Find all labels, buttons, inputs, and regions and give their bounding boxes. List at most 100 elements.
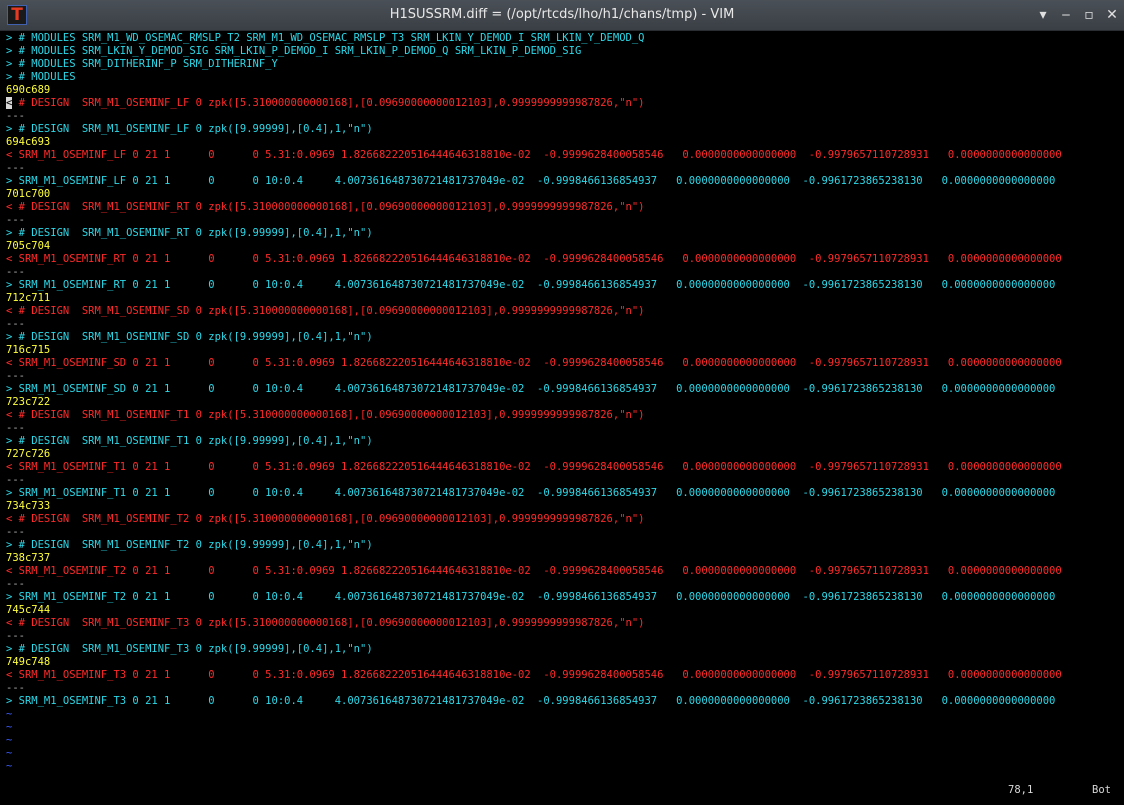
diff-line-hunk[interactable]: 690c689 bbox=[6, 84, 50, 97]
diff-line-text: < SRM_M1_OSEMINF_RT 0 21 1 0 0 5.31:0.09… bbox=[6, 253, 1062, 265]
diff-line-added[interactable]: > SRM_M1_OSEMINF_SD 0 21 1 0 0 10:0.4 4.… bbox=[6, 383, 1055, 396]
diff-line-sep[interactable]: --- bbox=[6, 682, 25, 695]
shade-window-button[interactable]: ▾ bbox=[1035, 7, 1051, 23]
diff-line-removed[interactable]: < SRM_M1_OSEMINF_T1 0 21 1 0 0 5.31:0.09… bbox=[6, 461, 1062, 474]
diff-line-hunk[interactable]: 712c711 bbox=[6, 292, 50, 305]
diff-line-hunk[interactable]: 723c722 bbox=[6, 396, 50, 409]
diff-line-removed[interactable]: < SRM_M1_OSEMINF_SD 0 21 1 0 0 5.31:0.09… bbox=[6, 357, 1062, 370]
diff-line-text: --- bbox=[6, 110, 25, 122]
diff-line-text: 734c733 bbox=[6, 500, 51, 512]
diff-line-text: --- bbox=[6, 318, 25, 330]
diff-line-tilde[interactable]: ~ bbox=[6, 721, 12, 734]
diff-line-sep[interactable]: --- bbox=[6, 422, 25, 435]
diff-line-text: 749c748 bbox=[6, 656, 51, 668]
diff-line-removed[interactable]: < # DESIGN SRM_M1_OSEMINF_RT 0 zpk([5.31… bbox=[6, 201, 644, 214]
maximize-button[interactable]: ▫ bbox=[1081, 7, 1097, 23]
diff-line-tilde[interactable]: ~ bbox=[6, 734, 12, 747]
scroll-indicator: Bot bbox=[1092, 784, 1111, 796]
diff-line-text: ~ bbox=[6, 721, 13, 733]
diff-line-removed[interactable]: < SRM_M1_OSEMINF_T3 0 21 1 0 0 5.31:0.09… bbox=[6, 669, 1062, 682]
diff-line-added[interactable]: > # DESIGN SRM_M1_OSEMINF_T2 0 zpk([9.99… bbox=[6, 539, 373, 552]
diff-line-text: 705c704 bbox=[6, 240, 51, 252]
diff-line-added[interactable]: > # MODULES SRM_DITHERINF_P SRM_DITHERIN… bbox=[6, 58, 278, 71]
diff-line-removed[interactable]: < # DESIGN SRM_M1_OSEMINF_LF 0 zpk([5.31… bbox=[6, 97, 644, 110]
diff-line-added[interactable]: > # DESIGN SRM_M1_OSEMINF_SD 0 zpk([9.99… bbox=[6, 331, 373, 344]
minimize-button[interactable]: ‒ bbox=[1058, 7, 1074, 23]
diff-line-hunk[interactable]: 738c737 bbox=[6, 552, 50, 565]
diff-line-text: > SRM_M1_OSEMINF_T3 0 21 1 0 0 10:0.4 4.… bbox=[6, 695, 1056, 707]
diff-line-hunk[interactable]: 705c704 bbox=[6, 240, 50, 253]
diff-line-removed[interactable]: < SRM_M1_OSEMINF_LF 0 21 1 0 0 5.31:0.09… bbox=[6, 149, 1062, 162]
diff-line-sep[interactable]: --- bbox=[6, 318, 25, 331]
title-bar[interactable]: T H1SUSSRM.diff = (/opt/rtcds/lho/h1/cha… bbox=[0, 0, 1124, 31]
diff-line-sep[interactable]: --- bbox=[6, 526, 25, 539]
diff-line-tilde[interactable]: ~ bbox=[6, 760, 12, 773]
diff-line-text: < SRM_M1_OSEMINF_SD 0 21 1 0 0 5.31:0.09… bbox=[6, 357, 1062, 369]
diff-line-text: # DESIGN SRM_M1_OSEMINF_LF 0 zpk([5.3100… bbox=[12, 97, 645, 109]
diff-line-text: > # MODULES SRM_LKIN_Y_DEMOD_SIG SRM_LKI… bbox=[6, 45, 582, 57]
diff-line-added[interactable]: > # DESIGN SRM_M1_OSEMINF_LF 0 zpk([9.99… bbox=[6, 123, 373, 136]
diff-line-text: --- bbox=[6, 214, 25, 226]
diff-line-text: 712c711 bbox=[6, 292, 51, 304]
diff-line-sep[interactable]: --- bbox=[6, 474, 25, 487]
diff-line-sep[interactable]: --- bbox=[6, 578, 25, 591]
diff-line-added[interactable]: > # DESIGN SRM_M1_OSEMINF_RT 0 zpk([9.99… bbox=[6, 227, 373, 240]
diff-line-text: < # DESIGN SRM_M1_OSEMINF_T2 0 zpk([5.31… bbox=[6, 513, 645, 525]
diff-line-sep[interactable]: --- bbox=[6, 162, 25, 175]
diff-line-added[interactable]: > SRM_M1_OSEMINF_RT 0 21 1 0 0 10:0.4 4.… bbox=[6, 279, 1055, 292]
diff-line-text: > # MODULES SRM_DITHERINF_P SRM_DITHERIN… bbox=[6, 58, 278, 70]
diff-line-text: > SRM_M1_OSEMINF_T2 0 21 1 0 0 10:0.4 4.… bbox=[6, 591, 1056, 603]
diff-line-text: ~ bbox=[6, 747, 13, 759]
diff-line-removed[interactable]: < # DESIGN SRM_M1_OSEMINF_SD 0 zpk([5.31… bbox=[6, 305, 644, 318]
diff-line-sep[interactable]: --- bbox=[6, 214, 25, 227]
diff-line-added[interactable]: > SRM_M1_OSEMINF_T2 0 21 1 0 0 10:0.4 4.… bbox=[6, 591, 1055, 604]
diff-line-text: > # DESIGN SRM_M1_OSEMINF_LF 0 zpk([9.99… bbox=[6, 123, 373, 135]
diff-line-text: < SRM_M1_OSEMINF_T1 0 21 1 0 0 5.31:0.09… bbox=[6, 461, 1062, 473]
diff-line-tilde[interactable]: ~ bbox=[6, 747, 12, 760]
diff-line-sep[interactable]: --- bbox=[6, 266, 25, 279]
diff-line-text: --- bbox=[6, 162, 25, 174]
diff-line-text: --- bbox=[6, 682, 25, 694]
diff-line-text: > SRM_M1_OSEMINF_LF 0 21 1 0 0 10:0.4 4.… bbox=[6, 175, 1056, 187]
diff-line-sep[interactable]: --- bbox=[6, 630, 25, 643]
diff-line-sep[interactable]: --- bbox=[6, 110, 25, 123]
diff-line-text: > # DESIGN SRM_M1_OSEMINF_SD 0 zpk([9.99… bbox=[6, 331, 373, 343]
diff-line-added[interactable]: > SRM_M1_OSEMINF_T1 0 21 1 0 0 10:0.4 4.… bbox=[6, 487, 1055, 500]
diff-line-added[interactable]: > # MODULES SRM_LKIN_Y_DEMOD_SIG SRM_LKI… bbox=[6, 45, 581, 58]
diff-line-text: < SRM_M1_OSEMINF_T3 0 21 1 0 0 5.31:0.09… bbox=[6, 669, 1062, 681]
diff-line-hunk[interactable]: 749c748 bbox=[6, 656, 50, 669]
diff-line-hunk[interactable]: 701c700 bbox=[6, 188, 50, 201]
diff-line-hunk[interactable]: 745c744 bbox=[6, 604, 50, 617]
diff-line-hunk[interactable]: 727c726 bbox=[6, 448, 50, 461]
diff-line-removed[interactable]: < # DESIGN SRM_M1_OSEMINF_T1 0 zpk([5.31… bbox=[6, 409, 644, 422]
diff-line-text: > # DESIGN SRM_M1_OSEMINF_T1 0 zpk([9.99… bbox=[6, 435, 373, 447]
diff-line-text: > SRM_M1_OSEMINF_SD 0 21 1 0 0 10:0.4 4.… bbox=[6, 383, 1056, 395]
diff-line-text: > # DESIGN SRM_M1_OSEMINF_T2 0 zpk([9.99… bbox=[6, 539, 373, 551]
diff-line-text: --- bbox=[6, 474, 25, 486]
diff-line-sep[interactable]: --- bbox=[6, 370, 25, 383]
diff-line-hunk[interactable]: 694c693 bbox=[6, 136, 50, 149]
diff-line-removed[interactable]: < SRM_M1_OSEMINF_T2 0 21 1 0 0 5.31:0.09… bbox=[6, 565, 1062, 578]
diff-line-text: > # MODULES bbox=[6, 71, 76, 83]
diff-line-removed[interactable]: < # DESIGN SRM_M1_OSEMINF_T2 0 zpk([5.31… bbox=[6, 513, 644, 526]
diff-line-hunk[interactable]: 716c715 bbox=[6, 344, 50, 357]
diff-line-text: 745c744 bbox=[6, 604, 51, 616]
diff-line-added[interactable]: > # MODULES SRM_M1_WD_OSEMAC_RMSLP_T2 SR… bbox=[6, 32, 644, 45]
diff-line-text: ~ bbox=[6, 760, 13, 772]
diff-line-text: > # DESIGN SRM_M1_OSEMINF_T3 0 zpk([9.99… bbox=[6, 643, 373, 655]
diff-line-hunk[interactable]: 734c733 bbox=[6, 500, 50, 513]
diff-line-added[interactable]: > # DESIGN SRM_M1_OSEMINF_T3 0 zpk([9.99… bbox=[6, 643, 373, 656]
diff-line-removed[interactable]: < SRM_M1_OSEMINF_RT 0 21 1 0 0 5.31:0.09… bbox=[6, 253, 1062, 266]
diff-line-text: 694c693 bbox=[6, 136, 51, 148]
diff-line-added[interactable]: > SRM_M1_OSEMINF_LF 0 21 1 0 0 10:0.4 4.… bbox=[6, 175, 1055, 188]
vim-window: T H1SUSSRM.diff = (/opt/rtcds/lho/h1/cha… bbox=[0, 0, 1124, 805]
close-button[interactable]: ✕ bbox=[1104, 7, 1120, 23]
diff-line-text: < # DESIGN SRM_M1_OSEMINF_T3 0 zpk([5.31… bbox=[6, 617, 645, 629]
diff-line-text: > # MODULES SRM_M1_WD_OSEMAC_RMSLP_T2 SR… bbox=[6, 32, 645, 44]
diff-line-removed[interactable]: < # DESIGN SRM_M1_OSEMINF_T3 0 zpk([5.31… bbox=[6, 617, 644, 630]
vim-editor-area[interactable]: > # MODULES SRM_M1_WD_OSEMAC_RMSLP_T2 SR… bbox=[6, 31, 1118, 800]
diff-line-added[interactable]: > # DESIGN SRM_M1_OSEMINF_T1 0 zpk([9.99… bbox=[6, 435, 373, 448]
diff-line-tilde[interactable]: ~ bbox=[6, 708, 12, 721]
diff-line-added[interactable]: > # MODULES bbox=[6, 71, 76, 84]
diff-line-added[interactable]: > SRM_M1_OSEMINF_T3 0 21 1 0 0 10:0.4 4.… bbox=[6, 695, 1055, 708]
